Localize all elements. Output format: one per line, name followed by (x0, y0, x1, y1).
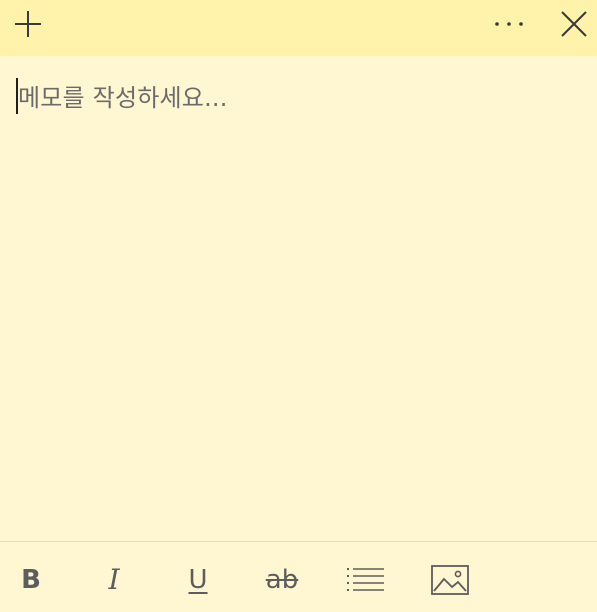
bullet-list-button[interactable] (344, 558, 388, 602)
sticky-note-window: 메모를 작성하세요... B I U ab (0, 0, 597, 612)
italic-label: I (108, 563, 120, 596)
ellipsis-icon (495, 22, 523, 26)
note-text-area[interactable]: 메모를 작성하세요... (0, 56, 597, 540)
strikethrough-label: ab (265, 565, 299, 595)
underline-label: U (188, 565, 208, 595)
italic-button[interactable]: I (92, 558, 136, 602)
close-icon (561, 11, 587, 37)
close-button[interactable] (546, 0, 597, 52)
bold-button[interactable]: B (9, 558, 53, 602)
title-bar (0, 0, 597, 56)
plus-icon (15, 11, 41, 37)
more-options-button[interactable] (482, 0, 538, 52)
underline-button[interactable]: U (176, 558, 220, 602)
formatting-toolbar: B I U ab (0, 542, 597, 612)
add-note-button[interactable] (0, 0, 56, 52)
image-icon (431, 565, 469, 595)
bullet-list-icon (347, 568, 384, 591)
bold-label: B (21, 565, 41, 595)
note-placeholder: 메모를 작성하세요... (18, 84, 228, 112)
strikethrough-button[interactable]: ab (260, 558, 304, 602)
insert-image-button[interactable] (428, 558, 472, 602)
